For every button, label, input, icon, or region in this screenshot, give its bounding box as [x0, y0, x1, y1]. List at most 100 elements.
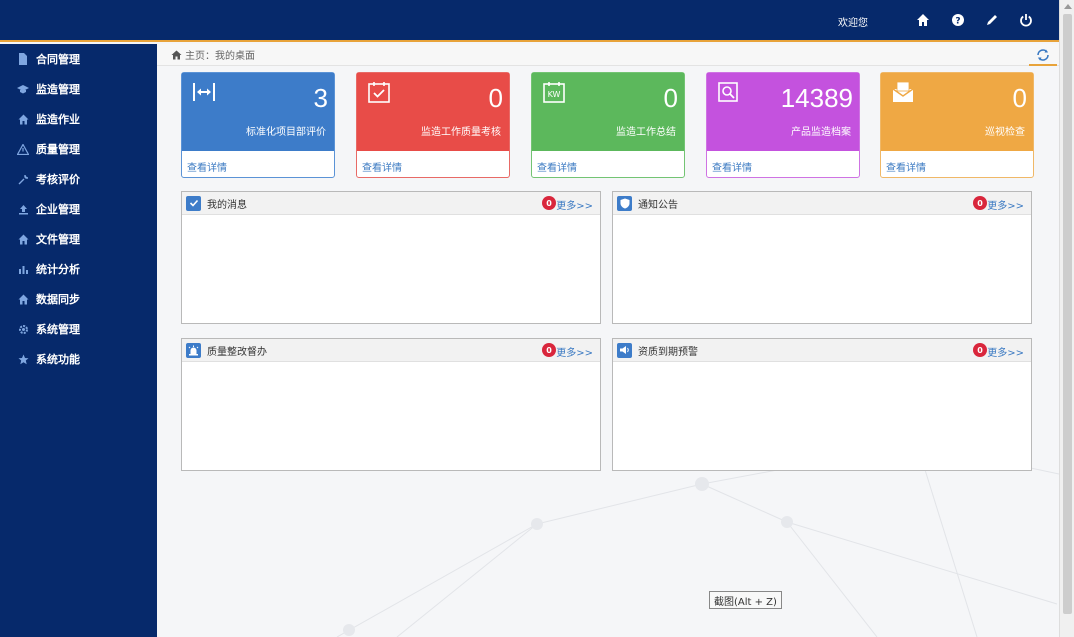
welcome-text: 欢迎您 — [838, 18, 868, 29]
panel-announcements: 通知公告 0 更多>> — [612, 191, 1032, 324]
home-icon[interactable] — [915, 12, 931, 28]
warning-icon — [17, 143, 29, 155]
home-icon — [17, 113, 29, 125]
sidebar-item-contract[interactable]: 合同管理 — [0, 44, 157, 74]
siren-icon — [186, 342, 201, 358]
sidebar-item-label: 考核评价 — [36, 173, 80, 186]
sidebar-item-label: 监造作业 — [36, 113, 80, 126]
sidebar-item-label: 系统功能 — [36, 353, 80, 366]
home-icon — [17, 233, 29, 245]
card-header: 3 标准化项目部评价 — [182, 73, 334, 151]
sidebar-item-system-functions[interactable]: 系统功能 — [0, 344, 157, 374]
top-bar: 欢迎您 ? — [0, 0, 1059, 42]
panel-header: 资质到期预警 0 更多>> — [613, 339, 1031, 362]
sidebar-item-evaluation[interactable]: 考核评价 — [0, 164, 157, 194]
panel-header: 质量整改督办 0 更多>> — [182, 339, 600, 362]
gear-icon — [17, 323, 29, 335]
panel-title: 质量整改督办 — [207, 346, 267, 358]
sidebar-item-label: 文件管理 — [36, 233, 80, 246]
panel-qualification-expiry: 资质到期预警 0 更多>> — [612, 338, 1032, 471]
envelope-icon — [891, 81, 915, 105]
card-value: 0 — [488, 83, 503, 113]
sidebar-item-supervision-work[interactable]: 监造作业 — [0, 104, 157, 134]
refresh-underline — [1029, 64, 1057, 66]
swap-icon — [192, 81, 216, 105]
sidebar-item-files[interactable]: 文件管理 — [0, 224, 157, 254]
sidebar-item-label: 统计分析 — [36, 263, 80, 276]
count-badge: 0 — [542, 196, 556, 210]
sidebar-item-label: 合同管理 — [36, 53, 80, 66]
panel-title: 我的消息 — [207, 199, 247, 211]
svg-text:?: ? — [955, 17, 960, 27]
card-header: 14389 产品监造档案 — [707, 73, 859, 151]
sidebar-item-system-admin[interactable]: 系统管理 — [0, 314, 157, 344]
stat-card-product-archive[interactable]: 14389 产品监造档案 查看详情 — [706, 72, 860, 178]
card-header: 0 监造工作质量考核 — [357, 73, 509, 151]
panel-header: 我的消息 0 更多>> — [182, 192, 600, 215]
panel-header: 通知公告 0 更多>> — [613, 192, 1031, 215]
more-link[interactable]: 更多>> — [987, 197, 1024, 212]
sidebar-item-quality[interactable]: 质量管理 — [0, 134, 157, 164]
stat-card-work-summary[interactable]: KW 0 监造工作总结 查看详情 — [531, 72, 685, 178]
view-details-link[interactable]: 查看详情 — [187, 159, 227, 174]
sidebar-item-enterprise[interactable]: 企业管理 — [0, 194, 157, 224]
card-label: 产品监造档案 — [791, 127, 851, 138]
sidebar-item-data-sync[interactable]: 数据同步 — [0, 284, 157, 314]
stat-card-quality-assessment[interactable]: 0 监造工作质量考核 查看详情 — [356, 72, 510, 178]
wrench-icon — [17, 173, 29, 185]
card-label: 监造工作质量考核 — [421, 127, 501, 138]
card-value: 14389 — [780, 83, 853, 113]
file-icon — [17, 53, 29, 65]
view-details-link[interactable]: 查看详情 — [712, 159, 752, 174]
shield-icon — [617, 195, 632, 211]
scroll-up-arrow-icon[interactable] — [1064, 4, 1072, 9]
panel-my-messages: 我的消息 0 更多>> — [181, 191, 601, 324]
sidebar-item-label: 监造管理 — [36, 83, 80, 96]
count-badge: 0 — [542, 343, 556, 357]
card-value: 0 — [1012, 83, 1027, 113]
kw-calendar-icon: KW — [542, 81, 566, 105]
stat-card-patrol-inspection[interactable]: 0 巡视检查 查看详情 — [880, 72, 1034, 178]
power-icon[interactable] — [1018, 12, 1034, 28]
view-details-link[interactable]: 查看详情 — [886, 159, 926, 174]
count-badge: 0 — [973, 196, 987, 210]
bar-chart-icon — [17, 263, 29, 275]
panel-quality-rectification: 质量整改督办 0 更多>> — [181, 338, 601, 471]
calendar-check-icon — [367, 81, 391, 105]
card-header: KW 0 监造工作总结 — [532, 73, 684, 151]
sidebar-item-statistics[interactable]: 统计分析 — [0, 254, 157, 284]
card-label: 巡视检查 — [985, 127, 1025, 138]
card-header: 0 巡视检查 — [881, 73, 1033, 151]
home-icon — [17, 293, 29, 305]
svg-text:KW: KW — [548, 90, 561, 99]
view-details-link[interactable]: 查看详情 — [537, 159, 577, 174]
star-icon — [17, 353, 29, 365]
count-badge: 0 — [973, 343, 987, 357]
card-value: 0 — [663, 83, 678, 113]
vertical-scrollbar[interactable] — [1059, 0, 1074, 637]
card-value: 3 — [313, 83, 328, 113]
sidebar-item-label: 数据同步 — [36, 293, 80, 306]
help-icon[interactable]: ? — [950, 12, 966, 28]
panel-title: 通知公告 — [638, 199, 678, 211]
panel-title: 资质到期预警 — [638, 346, 698, 358]
breadcrumb: 主页：我的桌面 — [157, 44, 1059, 66]
card-label: 标准化项目部评价 — [246, 127, 326, 138]
upload-icon — [17, 203, 29, 215]
breadcrumb-text: 主页：我的桌面 — [185, 51, 255, 62]
speaker-icon — [617, 342, 632, 358]
more-link[interactable]: 更多>> — [556, 344, 593, 359]
graduation-icon — [17, 83, 29, 95]
more-link[interactable]: 更多>> — [556, 197, 593, 212]
home-icon[interactable] — [171, 50, 182, 60]
refresh-icon[interactable] — [1035, 47, 1051, 63]
sidebar-item-label: 企业管理 — [36, 203, 80, 216]
main-content: 主页：我的桌面 3 标准化项目部评价 查看详情 0 监造工作质量考核 查看详情 … — [157, 44, 1059, 637]
sidebar-item-supervision[interactable]: 监造管理 — [0, 74, 157, 104]
stat-card-standard-evaluation[interactable]: 3 标准化项目部评价 查看详情 — [181, 72, 335, 178]
search-doc-icon — [717, 81, 741, 105]
scrollbar-thumb[interactable] — [1063, 14, 1072, 614]
more-link[interactable]: 更多>> — [987, 344, 1024, 359]
view-details-link[interactable]: 查看详情 — [362, 159, 402, 174]
edit-pencil-icon[interactable] — [984, 12, 1000, 28]
